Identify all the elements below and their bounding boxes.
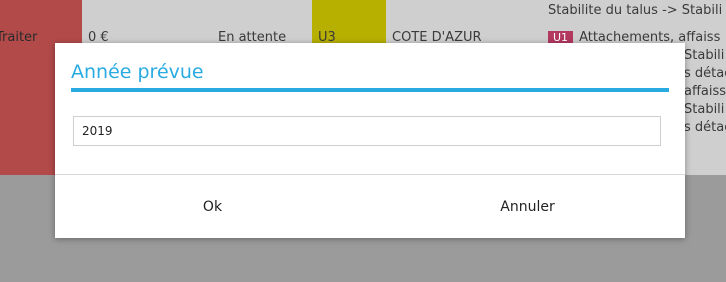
ok-button[interactable]: Ok	[55, 175, 370, 238]
cancel-button[interactable]: Annuler	[370, 175, 685, 238]
description-line: Stabilite du talus -> Stabili	[548, 3, 723, 18]
description-line: Stabili	[684, 102, 725, 117]
title-underline	[71, 88, 669, 92]
year-input[interactable]	[73, 116, 661, 146]
year-dialog: Année prévue Ok Annuler	[55, 43, 685, 238]
status-text: Traiter	[0, 30, 38, 45]
description-line: affaiss	[684, 84, 726, 99]
description-line: Stabili	[684, 48, 725, 63]
dialog-title: Année prévue	[71, 61, 204, 83]
description-line: s détac	[684, 66, 726, 81]
description-line: s détac	[684, 120, 726, 135]
